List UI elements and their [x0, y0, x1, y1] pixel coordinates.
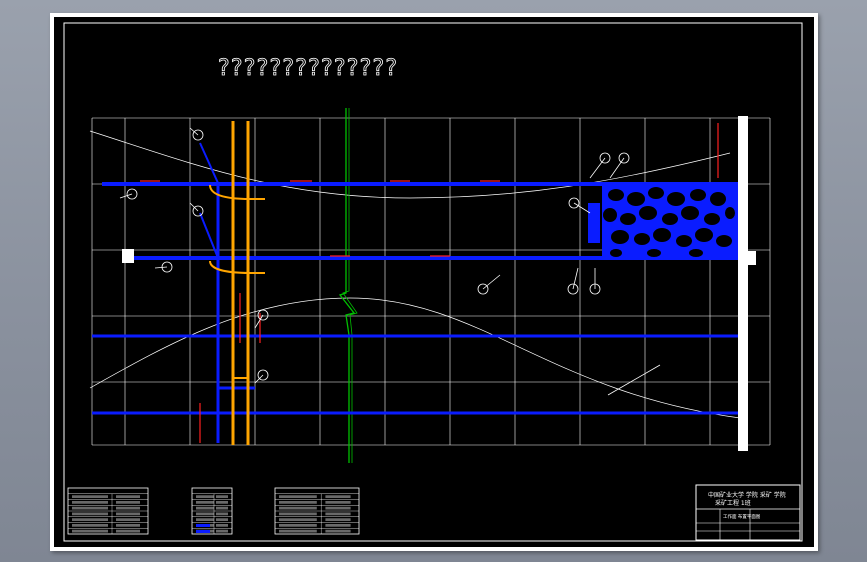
boundary-bar	[738, 116, 748, 451]
legend-cell-text	[325, 506, 351, 510]
title-block-line1: 中国矿业大学 学院 采矿 学院	[708, 491, 786, 499]
legend-table-2	[191, 487, 233, 535]
legend-cell-text	[216, 506, 228, 510]
goaf-hole	[634, 233, 650, 245]
legend-cell-text	[279, 524, 317, 527]
goaf-hole	[710, 192, 726, 206]
legend-cell-text	[72, 524, 108, 527]
goaf-hole	[681, 206, 699, 220]
legend-cell-text	[325, 529, 351, 533]
goaf-hole	[690, 189, 706, 201]
boundary-block-right	[748, 251, 756, 265]
legend-cell-text	[72, 518, 108, 521]
goaf-hole	[647, 249, 661, 257]
title-block-line2: 采矿工程 1班	[715, 499, 751, 507]
goaf-hole	[648, 187, 664, 199]
legend-cell-text	[279, 512, 317, 516]
legend-swatch-roadway	[196, 530, 210, 533]
legend-cell-text	[196, 518, 214, 521]
cad-drawing: ?????????????? 中国矿业大学 学院 采矿 学院 采矿工程 1班 工…	[54, 17, 814, 547]
legend-cell-text	[325, 512, 351, 516]
drawing-title: ??????????????	[218, 56, 398, 81]
goaf-area	[588, 185, 738, 258]
legend-cell-text	[116, 512, 140, 516]
legend-table-3	[274, 487, 360, 535]
legend-cell-text	[116, 495, 140, 498]
drawing-background	[54, 17, 814, 547]
legend-cell-text	[196, 501, 214, 504]
legend-cell-text	[216, 512, 228, 516]
legend-cell-text	[325, 501, 351, 504]
legend-cell-text	[279, 529, 317, 533]
goaf-hole	[608, 189, 624, 201]
legend-cell-text	[216, 524, 228, 527]
goaf-hole	[725, 207, 735, 219]
legend-cell-text	[279, 495, 317, 498]
legend-cell-text	[196, 506, 214, 510]
legend-cell-text	[72, 506, 108, 510]
goaf-hole	[689, 249, 703, 257]
goaf-hole	[620, 213, 636, 225]
legend-cell-text	[116, 501, 140, 504]
legend-cell-text	[279, 506, 317, 510]
goaf-hole	[627, 192, 645, 206]
goaf-support	[588, 203, 600, 243]
legend-cell-text	[72, 495, 108, 498]
goaf-hole	[603, 208, 617, 222]
legend-cell-text	[279, 501, 317, 504]
goaf-hole	[667, 192, 685, 206]
title-block: 中国矿业大学 学院 采矿 学院 采矿工程 1班 工作面 布置平面图	[695, 484, 801, 541]
goaf-hole	[716, 235, 732, 247]
legend-cell-text	[216, 518, 228, 521]
legend-cell-text	[116, 529, 140, 533]
legend-cell-text	[216, 495, 228, 498]
legend-cell-text	[196, 495, 214, 498]
goaf-hole	[662, 213, 678, 225]
legend-cell-text	[72, 529, 108, 533]
legend-table-1	[67, 487, 149, 535]
legend-cell-text	[325, 495, 351, 498]
goaf-hole	[704, 213, 720, 225]
legend-cell-text	[116, 518, 140, 521]
goaf-hole	[611, 230, 629, 244]
title-block-line3: 工作面 布置平面图	[723, 513, 761, 520]
legend-cell-text	[72, 501, 108, 504]
legend-cell-text	[325, 518, 351, 521]
legend-cell-text	[116, 506, 140, 510]
boundary-block-left	[122, 249, 134, 263]
legend-swatch-roadway	[196, 524, 210, 527]
legend-cell-text	[196, 512, 214, 516]
goaf-hole	[695, 228, 713, 242]
legend-cell-text	[216, 501, 228, 504]
legend-cell-text	[216, 529, 228, 533]
goaf-hole	[610, 249, 622, 257]
legend-cell-text	[116, 524, 140, 527]
goaf-hole	[676, 235, 692, 247]
drawing-sheet: ?????????????? 中国矿业大学 学院 采矿 学院 采矿工程 1班 工…	[50, 13, 818, 551]
goaf-hole	[639, 206, 657, 220]
legend-cell-text	[279, 518, 317, 521]
legend-cell-text	[325, 524, 351, 527]
goaf-hole	[653, 228, 671, 242]
legend-cell-text	[72, 512, 108, 516]
